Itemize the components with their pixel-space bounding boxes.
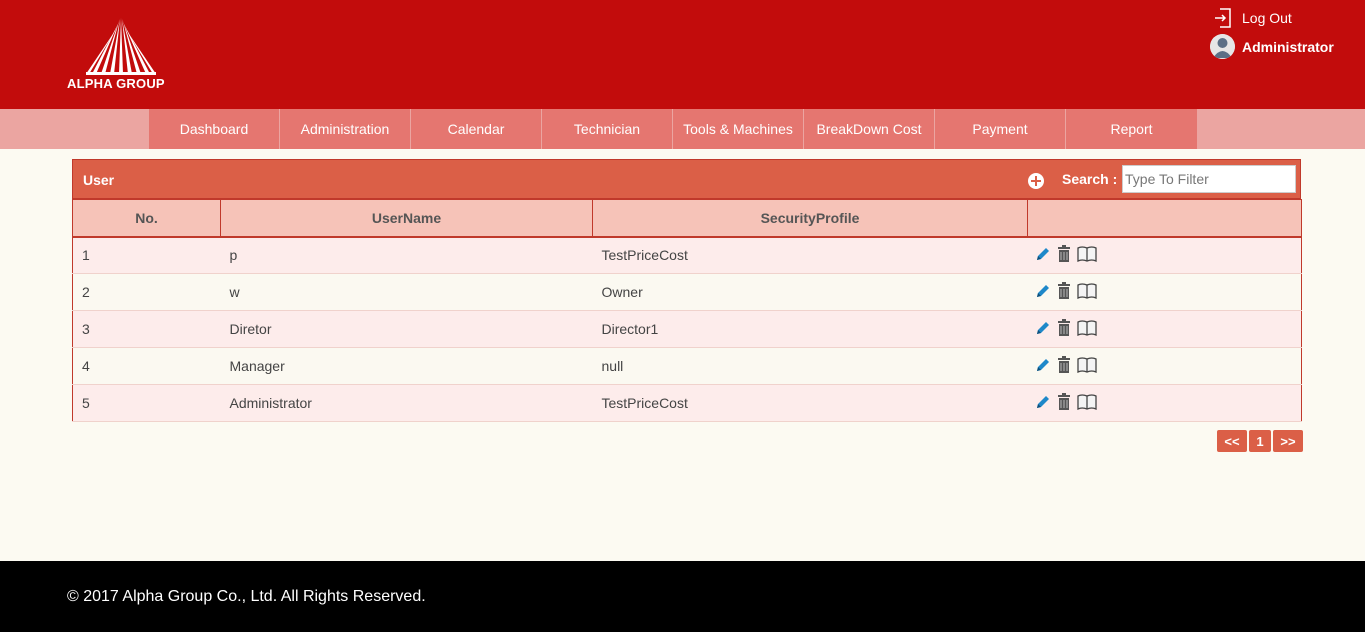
row-actions	[1027, 384, 1302, 422]
nav-technician[interactable]: Technician	[542, 109, 673, 149]
cell-username: Manager	[220, 347, 593, 385]
table-row: 5 Administrator TestPriceCost	[72, 384, 1302, 422]
view-book-icon[interactable]	[1077, 319, 1097, 340]
search-label: Search :	[1062, 171, 1118, 187]
column-header-securityprofile[interactable]: SecurityProfile	[592, 199, 1028, 238]
table-row: 1 p TestPriceCost	[72, 236, 1302, 274]
cell-profile: Owner	[592, 273, 1028, 311]
view-book-icon[interactable]	[1077, 393, 1097, 414]
cell-no: 1	[72, 236, 221, 274]
logout-icon	[1215, 8, 1231, 28]
nav-breakdown-cost[interactable]: BreakDown Cost	[804, 109, 935, 149]
cell-profile: TestPriceCost	[592, 384, 1028, 422]
search-input[interactable]	[1122, 165, 1296, 193]
nav-report[interactable]: Report	[1066, 109, 1197, 149]
edit-icon[interactable]	[1034, 319, 1052, 340]
cell-username: Diretor	[220, 310, 593, 348]
table-row: 3 Diretor Director1	[72, 310, 1302, 348]
column-header-username[interactable]: UserName	[220, 199, 593, 238]
edit-icon[interactable]	[1034, 282, 1052, 303]
edit-icon[interactable]	[1034, 393, 1052, 414]
header: ALPHA GROUP Log Out Administrator	[0, 0, 1365, 109]
cell-profile: TestPriceCost	[592, 236, 1028, 274]
logo-text: ALPHA GROUP	[67, 76, 165, 91]
logout-label: Log Out	[1242, 10, 1292, 26]
panel-header: User Search :	[72, 159, 1301, 199]
view-book-icon[interactable]	[1077, 356, 1097, 377]
footer: © 2017 Alpha Group Co., Ltd. All Rights …	[0, 561, 1365, 632]
row-actions	[1027, 310, 1302, 348]
row-actions	[1027, 347, 1302, 385]
cell-no: 3	[72, 310, 221, 348]
delete-icon[interactable]	[1056, 281, 1072, 303]
row-actions	[1027, 273, 1302, 311]
user-name: Administrator	[1242, 38, 1334, 55]
copyright-text: © 2017 Alpha Group Co., Ltd. All Rights …	[67, 588, 426, 605]
nav-calendar[interactable]: Calendar	[411, 109, 542, 149]
cell-no: 5	[72, 384, 221, 422]
page-1-button[interactable]: 1	[1249, 430, 1271, 452]
cell-profile: null	[592, 347, 1028, 385]
page-prev-button[interactable]: <<	[1217, 430, 1247, 452]
cell-username: Administrator	[220, 384, 593, 422]
nav-tools-machines[interactable]: Tools & Machines	[673, 109, 804, 149]
avatar-icon	[1210, 34, 1235, 59]
current-user[interactable]: Administrator	[1210, 34, 1334, 59]
delete-icon[interactable]	[1056, 244, 1072, 266]
row-actions	[1027, 236, 1302, 274]
panel-title: User	[83, 172, 115, 188]
edit-icon[interactable]	[1034, 356, 1052, 377]
cell-no: 2	[72, 273, 221, 311]
delete-icon[interactable]	[1056, 318, 1072, 340]
table-row: 2 w Owner	[72, 273, 1302, 311]
cell-username: w	[220, 273, 593, 311]
cell-profile: Director1	[592, 310, 1028, 348]
view-book-icon[interactable]	[1077, 245, 1097, 266]
add-user-icon[interactable]	[1028, 173, 1044, 189]
user-table: No. UserName SecurityProfile 1 p TestPri…	[72, 199, 1302, 422]
page-next-button[interactable]: >>	[1273, 430, 1303, 452]
logo-fan-icon	[86, 18, 156, 75]
user-panel: User Search : No. UserName SecurityProfi…	[72, 159, 1302, 422]
cell-no: 4	[72, 347, 221, 385]
cell-username: p	[220, 236, 593, 274]
logout-link[interactable]: Log Out	[1214, 8, 1292, 28]
column-header-no[interactable]: No.	[72, 199, 221, 238]
nav-payment[interactable]: Payment	[935, 109, 1066, 149]
nav-dashboard[interactable]: Dashboard	[149, 109, 280, 149]
alpha-group-logo[interactable]: ALPHA GROUP	[64, 16, 178, 94]
pagination: << 1 >>	[1215, 430, 1303, 452]
delete-icon[interactable]	[1056, 392, 1072, 414]
view-book-icon[interactable]	[1077, 282, 1097, 303]
delete-icon[interactable]	[1056, 355, 1072, 377]
main-nav: Dashboard Administration Calendar Techni…	[0, 109, 1365, 149]
table-row: 4 Manager null	[72, 347, 1302, 385]
edit-icon[interactable]	[1034, 245, 1052, 266]
column-header-actions	[1027, 199, 1302, 238]
nav-administration[interactable]: Administration	[280, 109, 411, 149]
